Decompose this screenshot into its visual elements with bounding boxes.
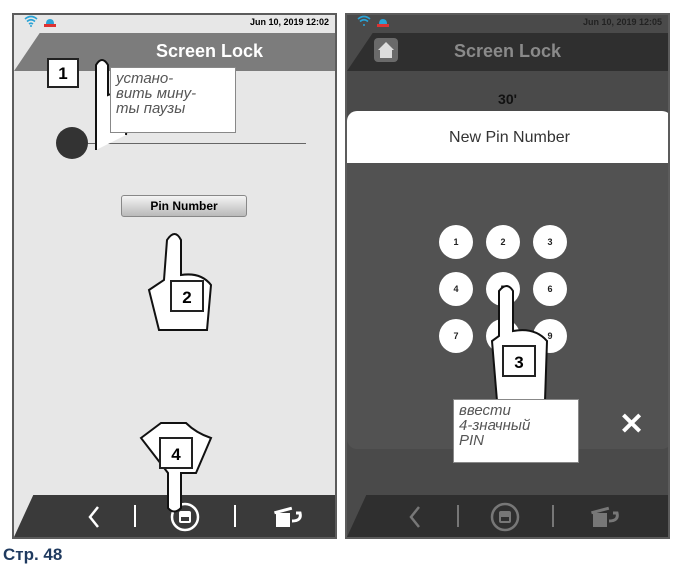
callout-1: 1: [47, 58, 79, 88]
keypad-key-2[interactable]: 2: [486, 225, 520, 259]
page-caption: Стр. 48: [3, 545, 63, 564]
keypad-key-4[interactable]: 4: [439, 272, 473, 306]
left-screen: Jun 10, 2019 12:02 Screen Lock Pin Numbe…: [12, 13, 337, 539]
cloud-icon: [44, 19, 56, 27]
right-screen: Jun 10, 2019 12:05 Screen Lock 30' New P…: [345, 13, 670, 539]
page-title: Screen Lock: [453, 41, 562, 61]
callout-4: 4: [159, 437, 193, 469]
keypad-key-1[interactable]: 1: [439, 225, 473, 259]
back-icon[interactable]: [86, 503, 102, 531]
save-icon[interactable]: [489, 501, 521, 533]
status-date: Jun 10, 2019 12:02: [249, 17, 329, 27]
status-bar: Jun 10, 2019 12:05: [347, 15, 668, 31]
minutes-value: 30': [498, 91, 517, 107]
pin-number-button[interactable]: Pin Number: [121, 195, 247, 217]
wifi-icon: [24, 15, 38, 27]
callout-note-pin: ввести 4-значный PIN: [453, 399, 579, 463]
status-date: Jun 10, 2019 12:05: [582, 17, 662, 27]
callout-3: 3: [502, 345, 536, 377]
separator: [234, 505, 236, 527]
cloud-icon: [377, 19, 389, 27]
back-icon[interactable]: [407, 503, 423, 531]
wifi-icon: [357, 15, 371, 26]
dialog-title: New Pin Number: [449, 129, 570, 146]
keypad-key-7[interactable]: 7: [439, 319, 473, 353]
status-bar: Jun 10, 2019 12:02: [14, 15, 335, 31]
separator: [552, 505, 554, 527]
callout-2: 2: [170, 280, 204, 312]
close-icon[interactable]: ✕: [619, 407, 644, 442]
callout-note-minutes: устано- вить мину- ты паузы: [110, 67, 236, 133]
separator: [457, 505, 459, 527]
keypad-key-3[interactable]: 3: [533, 225, 567, 259]
trash-undo-icon[interactable]: [270, 501, 306, 531]
trash-undo-icon[interactable]: [587, 501, 623, 531]
hand-pointer-icon: [490, 285, 549, 401]
